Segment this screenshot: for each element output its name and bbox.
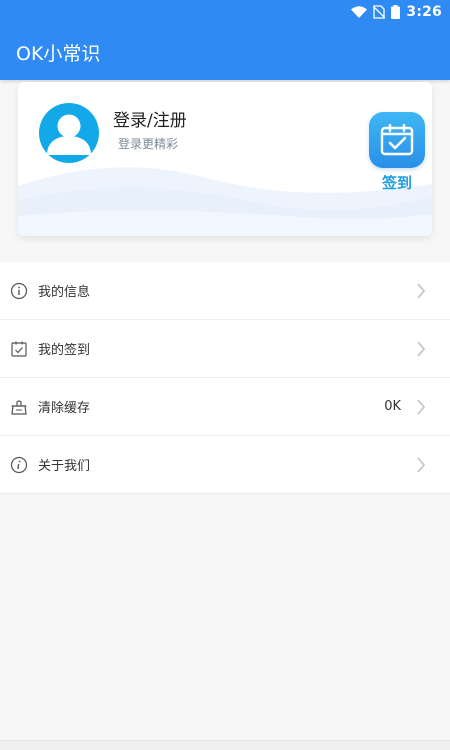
menu-item-label: 关于我们 — [38, 459, 91, 474]
menu-item-my-checkin[interactable]: 我的签到 — [0, 320, 450, 378]
app-bar: OK小常识 — [0, 24, 450, 80]
battery-icon — [391, 5, 401, 19]
bottom-edge — [0, 740, 450, 750]
menu-item-label: 我的签到 — [38, 343, 91, 358]
chevron-right-icon — [416, 457, 426, 477]
app-title: OK小常识 — [16, 42, 101, 65]
info-icon — [10, 282, 28, 300]
menu-item-about-us[interactable]: 关于我们 — [0, 436, 450, 494]
signin-button[interactable]: 签到 — [368, 112, 426, 194]
broom-icon — [10, 398, 28, 416]
menu-list: 我的信息 我的签到 清除缓存 0K 关于我们 — [0, 262, 450, 494]
wifi-icon — [351, 6, 368, 18]
about-info-icon — [10, 456, 28, 474]
signin-label: 签到 — [381, 174, 412, 192]
login-title[interactable]: 登录/注册 — [113, 106, 187, 131]
status-bar: 3:26 — [0, 0, 450, 24]
status-time: 3:26 — [406, 4, 442, 20]
cache-size-value: 0K — [384, 399, 401, 414]
login-subtitle: 登录更精彩 — [118, 137, 179, 151]
menu-item-clear-cache[interactable]: 清除缓存 0K — [0, 378, 450, 436]
chevron-right-icon — [416, 283, 426, 303]
menu-item-my-info[interactable]: 我的信息 — [0, 262, 450, 320]
chevron-right-icon — [416, 341, 426, 361]
menu-item-label: 我的信息 — [38, 285, 91, 300]
no-sim-icon — [373, 5, 386, 19]
calendar-check-icon — [369, 112, 425, 168]
user-card[interactable]: 登录/注册 登录更精彩 签到 — [18, 82, 432, 236]
menu-item-label: 清除缓存 — [38, 401, 91, 416]
chevron-right-icon — [416, 399, 426, 419]
checkin-icon — [10, 340, 28, 358]
user-avatar-icon[interactable] — [39, 103, 99, 163]
